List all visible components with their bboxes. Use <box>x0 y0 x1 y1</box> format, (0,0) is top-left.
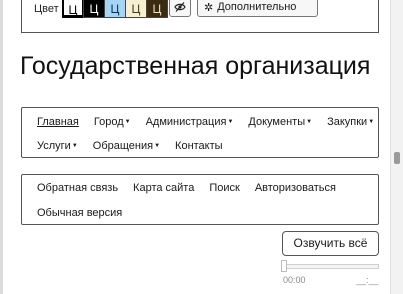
menu-item-label: Документы <box>248 116 306 128</box>
more-settings-label: Дополнительно <box>217 1 297 13</box>
more-settings-button[interactable]: ✲ Дополнительно <box>197 0 318 17</box>
main-menu-row: Услуги▼ Обращения▼ Контакты <box>37 140 238 152</box>
menu-item-label: Город <box>93 116 124 128</box>
menu-item-city[interactable]: Город▼ <box>94 116 131 128</box>
menu-item-contacts[interactable]: Контакты <box>175 140 223 152</box>
menu-item-label: Главная <box>37 116 79 128</box>
secondary-menu-row: Обычная версия <box>37 207 137 219</box>
link-standard-version[interactable]: Обычная версия <box>37 207 122 219</box>
main-menu-row: Главная Город▼ Администрация▼ Документы▼… <box>37 116 389 128</box>
menu-item-label: Закупки <box>327 116 368 128</box>
color-brown-button[interactable]: Ц <box>146 0 168 18</box>
menu-item-home[interactable]: Главная <box>37 116 79 128</box>
audio-current-time: 00:00 <box>283 275 306 285</box>
menu-item-label: Администрация <box>145 116 227 128</box>
color-beige-button[interactable]: Ц <box>125 0 147 18</box>
menu-item-label: Услуги <box>37 140 71 152</box>
caret-down-icon: ▼ <box>306 119 313 125</box>
link-search[interactable]: Поиск <box>209 182 239 194</box>
color-black-button[interactable]: Ц <box>83 0 105 18</box>
site-title: Государственная организация <box>20 52 371 80</box>
color-scheme-label: Цвет <box>34 3 59 15</box>
menu-item-services[interactable]: Услуги▼ <box>37 140 78 152</box>
menu-item-label: Контакты <box>175 140 223 152</box>
hide-images-button[interactable] <box>169 0 191 17</box>
audio-progress-handle[interactable] <box>281 260 287 272</box>
caret-down-icon: ▼ <box>368 119 375 125</box>
gear-icon: ✲ <box>204 1 214 14</box>
accessibility-panel: Цвет Ц Ц Ц Ц Ц ✲ Дополнительно <box>21 0 379 33</box>
link-feedback[interactable]: Обратная связь <box>37 182 118 194</box>
color-blue-button[interactable]: Ц <box>104 0 126 18</box>
caret-down-icon: ▼ <box>124 119 131 125</box>
color-white-button[interactable]: Ц <box>62 0 84 18</box>
menu-item-appeals[interactable]: Обращения▼ <box>93 140 160 152</box>
link-login[interactable]: Авторизоваться <box>255 182 336 194</box>
menu-item-label: Обращения <box>92 140 154 152</box>
eye-slash-icon <box>174 2 186 12</box>
secondary-menu: Обратная связь Карта сайта Поиск Авториз… <box>21 174 379 225</box>
secondary-menu-row: Обратная связь Карта сайта Поиск Авториз… <box>37 182 351 194</box>
page-left-edge <box>0 0 3 294</box>
caret-down-icon: ▼ <box>71 143 78 149</box>
menu-item-administration[interactable]: Администрация▼ <box>146 116 234 128</box>
menu-item-documents[interactable]: Документы▼ <box>248 116 312 128</box>
menu-item-procurement[interactable]: Закупки▼ <box>327 116 374 128</box>
color-swatches: Ц Ц Ц Ц Ц <box>62 0 168 18</box>
speak-all-button[interactable]: Озвучить всё <box>282 231 379 256</box>
page-scrollbar[interactable] <box>390 0 403 294</box>
scrollbar-thumb[interactable] <box>394 152 400 164</box>
link-sitemap[interactable]: Карта сайта <box>133 182 194 194</box>
caret-down-icon: ▼ <box>154 143 161 149</box>
main-menu: Главная Город▼ Администрация▼ Документы▼… <box>21 107 379 158</box>
caret-down-icon: ▼ <box>227 119 234 125</box>
audio-progress-track[interactable] <box>283 264 379 269</box>
audio-total-time: __:__ <box>356 275 379 285</box>
